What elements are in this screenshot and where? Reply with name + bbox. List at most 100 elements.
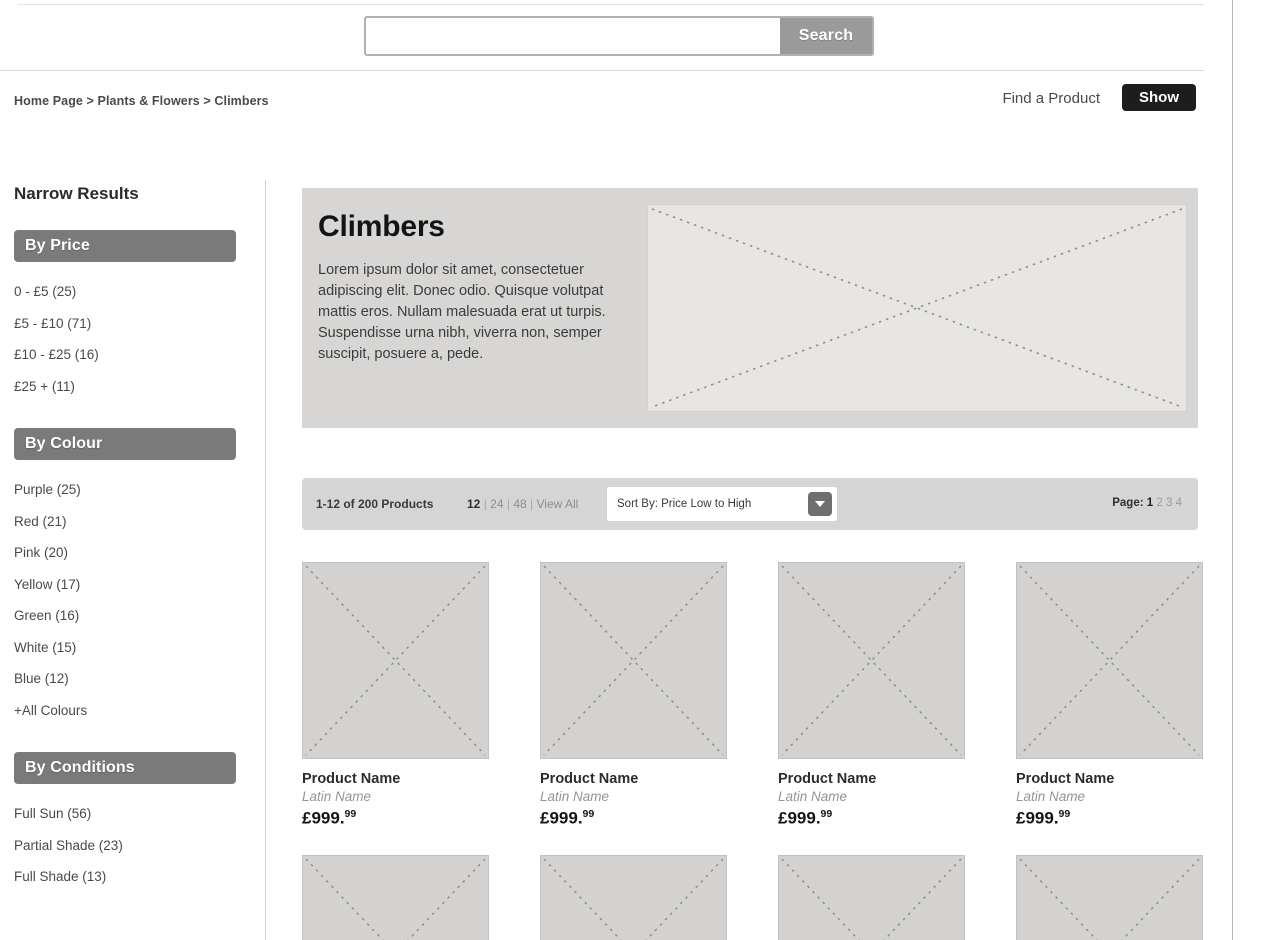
product-image-placeholder[interactable] bbox=[302, 562, 489, 759]
pagination-page-3[interactable]: 3 bbox=[1166, 497, 1172, 509]
product-latin-name: Latin Name bbox=[1016, 789, 1086, 804]
product-price: £999.99 bbox=[302, 808, 489, 829]
filter-item-colour-1[interactable]: Red (21) bbox=[14, 506, 265, 538]
product-latin-name: Latin Name bbox=[302, 789, 372, 804]
per-page-option-24[interactable]: 24 bbox=[490, 497, 503, 511]
breadcrumb[interactable]: Home Page > Plants & Flowers > Climbers bbox=[14, 94, 269, 108]
filter-item-price-1[interactable]: £5 - £10 (71) bbox=[14, 308, 265, 340]
price-cents: 99 bbox=[820, 808, 833, 820]
filter-item-colour-6[interactable]: Blue (12) bbox=[14, 663, 265, 695]
page-root: Search Home Page > Plants & Flowers > Cl… bbox=[0, 0, 1280, 940]
placeholder-cross-icon bbox=[305, 858, 486, 940]
category-hero-banner: Climbers Lorem ipsum dolor sit amet, con… bbox=[302, 188, 1198, 428]
search-zone: Search bbox=[0, 0, 1232, 72]
filter-item-price-3[interactable]: £25 + (11) bbox=[14, 371, 265, 403]
per-page-selector: 12 | 24 | 48 | View All bbox=[467, 497, 578, 511]
product-latin-name: Latin Name bbox=[778, 789, 848, 804]
placeholder-cross-icon bbox=[305, 565, 486, 756]
product-image-placeholder[interactable] bbox=[1016, 854, 1203, 940]
placeholder-cross-icon bbox=[1019, 858, 1200, 940]
price-main: £999. bbox=[540, 808, 583, 828]
price-cents: 99 bbox=[1058, 808, 1071, 820]
placeholder-cross-icon bbox=[781, 565, 962, 756]
sidebar-title: Narrow Results bbox=[14, 184, 139, 203]
placeholder-cross-icon bbox=[1019, 565, 1200, 756]
filter-item-colour-3[interactable]: Yellow (17) bbox=[14, 569, 265, 601]
product-name[interactable]: Product Name bbox=[540, 771, 727, 787]
filter-item-price-2[interactable]: £10 - £25 (16) bbox=[14, 339, 265, 371]
product-image-placeholder[interactable] bbox=[302, 854, 489, 940]
product-price: £999.99 bbox=[540, 808, 727, 829]
hero-text-block: Climbers Lorem ipsum dolor sit amet, con… bbox=[302, 188, 647, 365]
placeholder-cross-icon bbox=[781, 858, 962, 940]
filter-item-colour-5[interactable]: White (15) bbox=[14, 632, 265, 664]
find-a-product-label: Find a Product bbox=[1002, 90, 1100, 107]
filter-item-colour-2[interactable]: Pink (20) bbox=[14, 537, 265, 569]
filter-group-by-conditions: By Conditions Full Sun (56) Partial Shad… bbox=[14, 752, 265, 893]
hero-image-placeholder bbox=[647, 204, 1187, 412]
top-divider bbox=[18, 4, 1204, 5]
product-card[interactable]: Product Name Latin Name £999.99 bbox=[302, 854, 489, 940]
product-card[interactable]: Product Name Latin Name £999.99 bbox=[1016, 562, 1203, 829]
filter-item-colour-0[interactable]: Purple (25) bbox=[14, 474, 265, 506]
product-card[interactable]: Product Name Latin Name £999.99 bbox=[540, 854, 727, 940]
filter-item-condition-2[interactable]: Full Shade (13) bbox=[14, 861, 265, 893]
filter-item-price-0[interactable]: 0 - £5 (25) bbox=[14, 276, 265, 308]
filter-list-by-colour: Purple (25) Red (21) Pink (20) Yellow (1… bbox=[14, 474, 265, 726]
product-card[interactable]: Product Name Latin Name £999.99 bbox=[1016, 854, 1203, 940]
product-card[interactable]: Product Name Latin Name £999.99 bbox=[302, 562, 489, 829]
search-input[interactable] bbox=[366, 18, 780, 54]
search-divider bbox=[0, 70, 1204, 71]
product-image-placeholder[interactable] bbox=[540, 854, 727, 940]
pagination-page-2[interactable]: 2 bbox=[1156, 497, 1162, 509]
filter-item-condition-1[interactable]: Partial Shade (23) bbox=[14, 830, 265, 862]
filter-heading-by-conditions: By Conditions bbox=[14, 752, 236, 784]
search-bar[interactable]: Search bbox=[364, 16, 874, 56]
page-title: Climbers bbox=[318, 210, 445, 243]
chevron-down-icon[interactable] bbox=[808, 492, 832, 516]
filter-heading-by-price: By Price bbox=[14, 230, 236, 262]
per-page-separator: | bbox=[483, 497, 487, 511]
product-card[interactable]: Product Name Latin Name £999.99 bbox=[778, 854, 965, 940]
page-outer-margin bbox=[1233, 0, 1280, 940]
price-cents: 99 bbox=[344, 808, 357, 820]
search-button[interactable]: Search bbox=[780, 18, 872, 54]
filter-item-all-colours[interactable]: +All Colours bbox=[14, 695, 265, 727]
per-page-separator: | bbox=[530, 497, 534, 511]
per-page-option-view-all[interactable]: View All bbox=[537, 497, 579, 511]
product-name[interactable]: Product Name bbox=[1016, 771, 1203, 787]
filter-item-colour-4[interactable]: Green (16) bbox=[14, 600, 265, 632]
pagination-label: Page: bbox=[1112, 497, 1144, 509]
placeholder-cross-icon bbox=[543, 565, 724, 756]
product-price: £999.99 bbox=[778, 808, 965, 829]
filter-group-by-colour: By Colour Purple (25) Red (21) Pink (20)… bbox=[14, 428, 265, 726]
filter-list-by-price: 0 - £5 (25) £5 - £10 (71) £10 - £25 (16)… bbox=[14, 276, 265, 402]
product-price: £999.99 bbox=[1016, 808, 1203, 829]
product-image-placeholder[interactable] bbox=[1016, 562, 1203, 759]
sort-by-dropdown[interactable]: Sort By: Price Low to High bbox=[607, 487, 837, 521]
main-content: Climbers Lorem ipsum dolor sit amet, con… bbox=[302, 188, 1203, 940]
product-image-placeholder[interactable] bbox=[778, 854, 965, 940]
product-card[interactable]: Product Name Latin Name £999.99 bbox=[540, 562, 727, 829]
product-name[interactable]: Product Name bbox=[302, 771, 489, 787]
breadcrumb-row: Home Page > Plants & Flowers > Climbers … bbox=[0, 72, 1232, 140]
placeholder-cross-icon bbox=[543, 858, 724, 940]
sort-by-label: Sort By: Price Low to High bbox=[617, 498, 752, 510]
show-button[interactable]: Show bbox=[1122, 84, 1196, 111]
product-name[interactable]: Product Name bbox=[778, 771, 965, 787]
filter-item-condition-0[interactable]: Full Sun (56) bbox=[14, 798, 265, 830]
pagination-page-4[interactable]: 4 bbox=[1176, 497, 1182, 509]
filter-group-by-price: By Price 0 - £5 (25) £5 - £10 (71) £10 -… bbox=[14, 230, 265, 402]
pagination-page-1[interactable]: 1 bbox=[1147, 497, 1153, 509]
per-page-option-12[interactable]: 12 bbox=[467, 497, 480, 511]
product-latin-name: Latin Name bbox=[540, 789, 610, 804]
hero-description: Lorem ipsum dolor sit amet, consectetuer… bbox=[318, 262, 606, 362]
per-page-option-48[interactable]: 48 bbox=[513, 497, 526, 511]
price-main: £999. bbox=[302, 808, 345, 828]
product-card[interactable]: Product Name Latin Name £999.99 bbox=[778, 562, 965, 829]
product-image-placeholder[interactable] bbox=[540, 562, 727, 759]
price-main: £999. bbox=[1016, 808, 1059, 828]
sidebar-filters: Narrow Results By Price 0 - £5 (25) £5 -… bbox=[0, 170, 265, 940]
product-image-placeholder[interactable] bbox=[778, 562, 965, 759]
per-page-separator: | bbox=[506, 497, 510, 511]
